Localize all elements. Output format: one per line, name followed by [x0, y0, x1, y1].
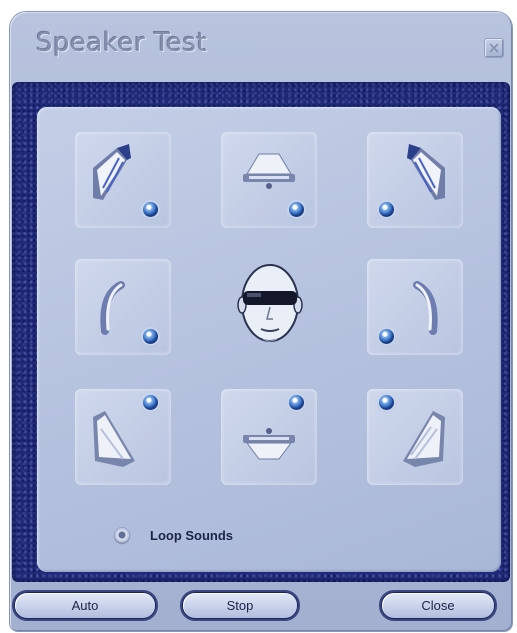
navy-frame: Loop Sounds — [12, 82, 510, 582]
loop-sounds-label: Loop Sounds — [150, 527, 234, 543]
speaker-panel: Loop Sounds — [37, 107, 501, 572]
speaker-test-window: Speaker Test Loop Sounds Auto Stop Close — [10, 12, 512, 631]
center-indicator — [289, 202, 304, 217]
stop-button[interactable]: Stop — [182, 592, 298, 619]
rear-right-speaker-icon[interactable] — [367, 389, 463, 485]
rear-right-indicator — [379, 395, 394, 410]
side-left-indicator — [143, 329, 158, 344]
center-speaker-icon[interactable] — [221, 132, 317, 228]
auto-button[interactable]: Auto — [14, 592, 156, 619]
listener-head-icon — [235, 257, 305, 357]
rear-left-indicator — [143, 395, 158, 410]
loop-sounds-option[interactable]: Loop Sounds — [114, 527, 233, 543]
front-right-indicator — [379, 202, 394, 217]
subwoofer-indicator — [289, 395, 304, 410]
side-left-speaker-icon[interactable] — [75, 259, 171, 355]
front-left-indicator — [143, 202, 158, 217]
front-right-speaker-icon[interactable] — [367, 132, 463, 228]
window-title: Speaker Test — [36, 28, 208, 58]
close-button[interactable]: Close — [381, 592, 495, 619]
rear-left-speaker-icon[interactable] — [75, 389, 171, 485]
close-x-icon[interactable] — [484, 38, 504, 58]
loop-sounds-radio[interactable] — [114, 527, 130, 543]
subwoofer-speaker-icon[interactable] — [221, 389, 317, 485]
side-right-speaker-icon[interactable] — [367, 259, 463, 355]
front-left-speaker-icon[interactable] — [75, 132, 171, 228]
side-right-indicator — [379, 329, 394, 344]
